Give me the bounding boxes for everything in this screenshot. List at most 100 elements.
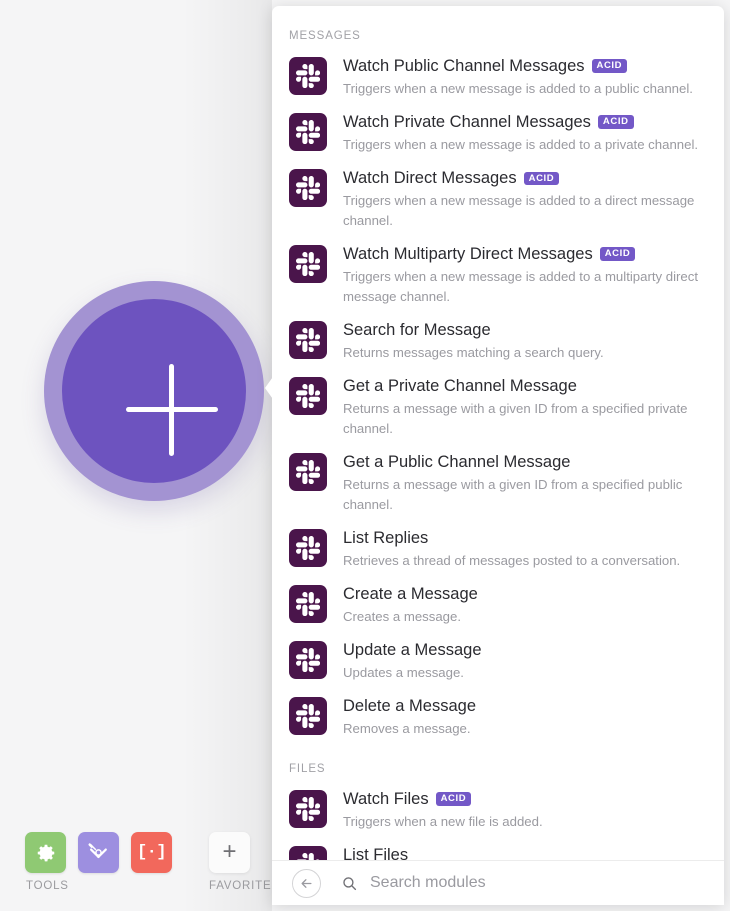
module-list-item[interactable]: Create a Message Creates a message.: [272, 577, 724, 633]
module-text: Watch Files ACID Triggers when a new file …: [343, 788, 708, 832]
module-list-item[interactable]: Watch Direct Messages ACID Triggers when a…: [272, 161, 724, 237]
module-description: Returns a message with a given ID from a…: [343, 475, 708, 515]
slack-icon: [289, 641, 327, 679]
module-name: Watch Files: [343, 790, 429, 808]
module-name: Watch Private Channel Messages: [343, 113, 591, 131]
acid-badge: ACID: [524, 172, 560, 186]
acid-badge: ACID: [592, 59, 628, 73]
module-text: Delete a MessageRemoves a message.: [343, 695, 708, 739]
favorites-caption: FAVORITES: [209, 880, 280, 892]
module-name: Search for Message: [343, 321, 491, 339]
slack-icon: [289, 169, 327, 207]
gear-icon: [35, 842, 57, 864]
search-icon: [341, 875, 358, 892]
module-title-line: List Replies: [343, 527, 708, 549]
module-text: Watch Multiparty Direct Messages ACID Trig…: [343, 243, 708, 307]
favorites-group: + FAVORITES: [209, 832, 250, 873]
tools-wrench-button[interactable]: [78, 832, 119, 873]
module-name: List Replies: [343, 529, 428, 547]
tools-group: [·] TOOLS: [25, 832, 172, 873]
module-list-item[interactable]: Get a Public Channel Message Returns a me…: [272, 445, 724, 521]
module-title-line: Get a Public Channel Message: [343, 451, 708, 473]
module-list[interactable]: MESSAGESWatch Public Channel MessagesACI…: [272, 6, 724, 860]
add-module-core: [62, 299, 246, 483]
tools-icon: [87, 841, 110, 864]
module-text: List Replies Retrieves a thread of messag…: [343, 527, 708, 571]
slack-icon: [289, 529, 327, 567]
slack-icon: [289, 245, 327, 283]
module-description: Removes a message.: [343, 719, 708, 739]
module-name: Create a Message: [343, 585, 478, 603]
module-search-bar: [272, 860, 724, 905]
module-list-item[interactable]: Watch Multiparty Direct Messages ACID Trig…: [272, 237, 724, 313]
module-name: Watch Direct Messages: [343, 169, 517, 187]
module-title-line: Delete a Message: [343, 695, 708, 717]
tools-gear-button[interactable]: [25, 832, 66, 873]
slack-icon: [289, 846, 327, 860]
module-text: Watch Private Channel Messages ACID Trigge…: [343, 111, 708, 155]
module-name: Get a Public Channel Message: [343, 453, 570, 471]
module-list-item[interactable]: Search for Message Returns messages match…: [272, 313, 724, 369]
module-description: Returns a message with a given ID from a…: [343, 399, 708, 439]
slack-icon: [289, 790, 327, 828]
tools-caption: TOOLS: [26, 880, 69, 892]
module-text: List FilesReturns a list of files within…: [343, 844, 708, 860]
module-description: Triggers when a new message is added to …: [343, 191, 708, 231]
module-list-item[interactable]: Watch Public Channel Messages ACID Trigger…: [272, 49, 724, 105]
module-list-item[interactable]: List Replies Retrieves a thread of messag…: [272, 521, 724, 577]
module-list-item[interactable]: Watch Files ACID Triggers when a new file …: [272, 782, 724, 838]
module-description: Creates a message.: [343, 607, 708, 627]
module-description: Triggers when a new message is added to …: [343, 135, 708, 155]
module-description: Retrieves a thread of messages posted to…: [343, 551, 708, 571]
module-title-line: Get a Private Channel Message: [343, 375, 708, 397]
module-description: Triggers when a new message is added to …: [343, 79, 708, 99]
back-button[interactable]: [292, 869, 321, 898]
slack-icon: [289, 377, 327, 415]
acid-badge: ACID: [598, 115, 634, 129]
module-name: Watch Public Channel Messages: [343, 57, 585, 75]
slack-icon: [289, 113, 327, 151]
slack-icon: [289, 453, 327, 491]
slack-icon: [289, 697, 327, 735]
module-name: Watch Multiparty Direct Messages: [343, 245, 593, 263]
module-description: Triggers when a new message is added to …: [343, 267, 708, 307]
module-title-line: Watch Direct Messages ACID: [343, 167, 708, 189]
slack-icon: [289, 585, 327, 623]
module-list-item[interactable]: List FilesReturns a list of files within…: [272, 838, 724, 860]
add-favorite-button[interactable]: +: [209, 832, 250, 873]
module-description: Returns messages matching a search query…: [343, 343, 708, 363]
add-module-button[interactable]: [44, 281, 264, 501]
module-title-line: Watch Public Channel Messages ACID: [343, 55, 708, 77]
module-text: Create a Message Creates a message.: [343, 583, 708, 627]
module-text: Search for Message Returns messages match…: [343, 319, 708, 363]
slack-icon: [289, 321, 327, 359]
back-arrow-icon: [299, 876, 314, 891]
acid-badge: ACID: [600, 247, 636, 261]
section-title: FILES: [272, 745, 724, 782]
module-text: Get a Public Channel Message Returns a me…: [343, 451, 708, 515]
slack-icon: [289, 57, 327, 95]
module-description: Triggers when a new file is added.: [343, 812, 708, 832]
search-input[interactable]: [370, 870, 710, 896]
module-picker-screen: [·] TOOLS + FAVORITES MESSAGESWatch Publ…: [0, 0, 730, 911]
module-title-line: Search for Message: [343, 319, 708, 341]
tools-variable-button[interactable]: [·]: [131, 832, 172, 873]
module-title-line: Watch Files ACID: [343, 788, 708, 810]
module-description: Updates a message.: [343, 663, 708, 683]
module-title-line: Create a Message: [343, 583, 708, 605]
plus-icon-vertical: [169, 364, 174, 456]
module-text: Update a MessageUpdates a message.: [343, 639, 708, 683]
module-list-item[interactable]: Get a Private Channel Message Returns a m…: [272, 369, 724, 445]
module-text: Watch Public Channel Messages ACID Trigger…: [343, 55, 708, 99]
module-picker-panel: MESSAGESWatch Public Channel MessagesACI…: [272, 6, 724, 905]
acid-badge: ACID: [436, 792, 472, 806]
module-text: Watch Direct Messages ACID Triggers when a…: [343, 167, 708, 231]
module-list-item[interactable]: Watch Private Channel Messages ACID Trigge…: [272, 105, 724, 161]
module-text: Get a Private Channel Message Returns a m…: [343, 375, 708, 439]
plus-icon: +: [222, 840, 236, 864]
module-name: Get a Private Channel Message: [343, 377, 577, 395]
bottom-toolbar: [·] TOOLS + FAVORITES: [0, 819, 272, 911]
module-title-line: Update a Message: [343, 639, 708, 661]
module-list-item[interactable]: Delete a MessageRemoves a message.: [272, 689, 724, 745]
module-list-item[interactable]: Update a MessageUpdates a message.: [272, 633, 724, 689]
